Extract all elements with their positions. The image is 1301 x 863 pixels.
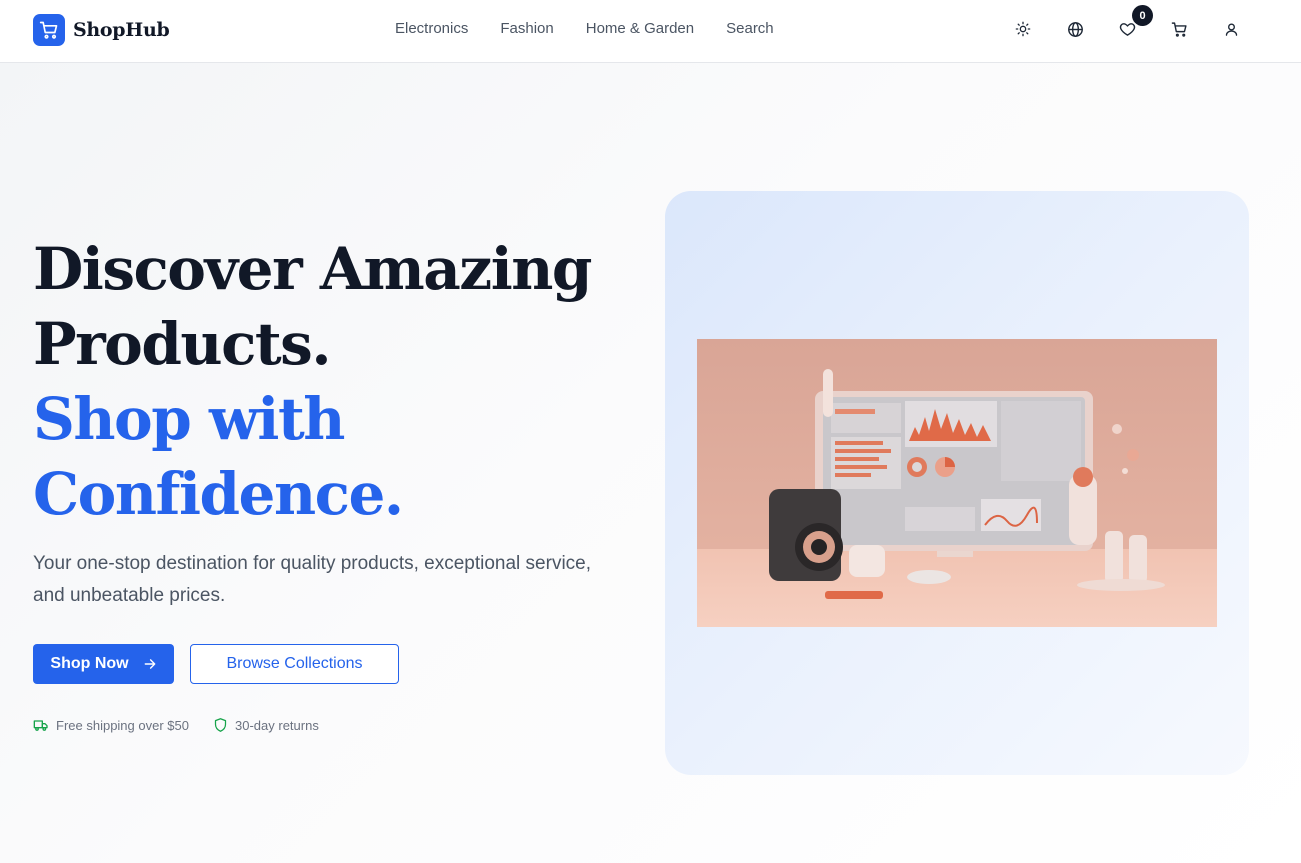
nav-electronics[interactable]: Electronics <box>395 20 468 37</box>
arrow-right-icon <box>144 659 155 669</box>
cart-icon[interactable] <box>1169 19 1189 39</box>
shop-now-label: Shop Now <box>50 655 129 672</box>
wishlist-count-badge: 0 <box>1132 5 1153 26</box>
headline-line-3: Shop with <box>33 385 345 453</box>
headline-line-2: Products. <box>33 310 332 378</box>
shield-icon <box>214 718 227 732</box>
nav-search[interactable]: Search <box>726 20 774 37</box>
sun-icon[interactable] <box>1013 19 1033 39</box>
nav-home-garden[interactable]: Home & Garden <box>586 20 694 37</box>
nav-fashion[interactable]: Fashion <box>500 20 553 37</box>
browse-collections-button[interactable]: Browse Collections <box>190 644 399 684</box>
main-nav: Electronics Fashion Home & Garden Search <box>395 20 774 37</box>
truck-icon <box>33 720 48 731</box>
site-header: ShopHub Electronics Fashion Home & Garde… <box>0 0 1301 63</box>
browse-collections-label: Browse Collections <box>226 655 363 672</box>
globe-icon[interactable] <box>1065 19 1085 39</box>
hero-subtitle: Your one-stop destination for quality pr… <box>33 553 592 606</box>
hero-headline: Discover Amazing Products. Shop with Con… <box>33 232 633 532</box>
shop-now-button[interactable]: Shop Now <box>33 644 174 684</box>
user-icon[interactable] <box>1221 19 1241 39</box>
hero-product-image <box>697 339 1217 627</box>
feature-free-shipping: Free shipping over $50 <box>33 717 189 733</box>
headline-line-1: Discover Amazing <box>33 235 592 303</box>
feature-returns-label: 30-day returns <box>235 717 319 733</box>
brand-logo[interactable]: ShopHub <box>33 14 170 46</box>
cart-logo-icon <box>33 14 65 46</box>
feature-free-shipping-label: Free shipping over $50 <box>56 717 189 733</box>
brand-name: ShopHub <box>73 19 170 41</box>
headline-line-4: Confidence. <box>33 460 404 528</box>
feature-returns: 30-day returns <box>213 717 319 733</box>
